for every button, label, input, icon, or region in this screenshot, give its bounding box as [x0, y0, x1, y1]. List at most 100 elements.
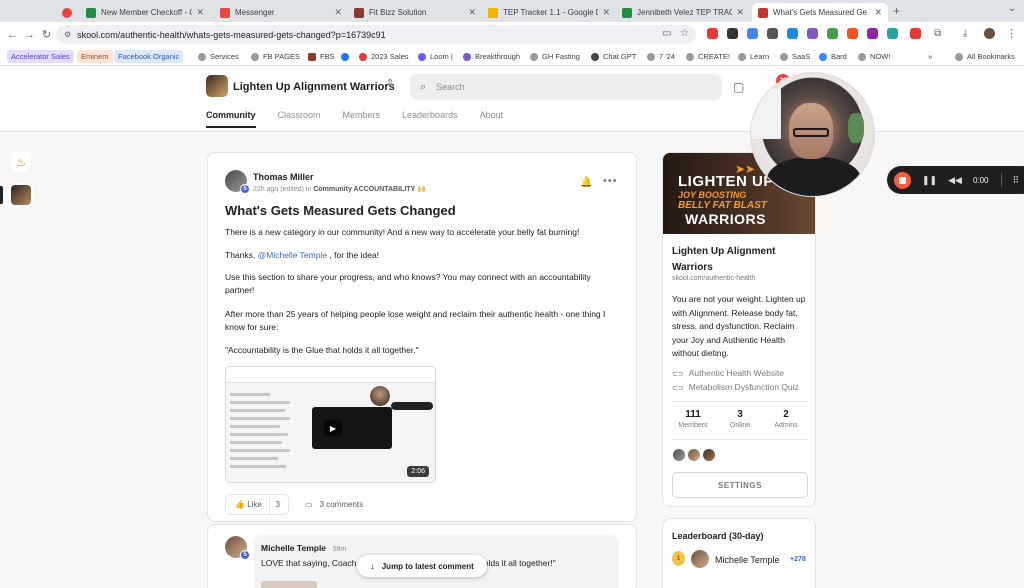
stat-admins[interactable]: 2 Admins: [761, 409, 811, 429]
kebab-menu-icon[interactable]: ⋮: [1006, 27, 1017, 40]
tab-tep-tracker[interactable]: TEP Tracker 1.1 - Google Driv ✕: [482, 3, 616, 22]
author-name[interactable]: Thomas Miller: [253, 172, 314, 182]
group-switcher-icon[interactable]: ⇕: [386, 78, 394, 89]
leader-avatar[interactable]: [691, 550, 709, 568]
close-icon[interactable]: ✕: [196, 7, 204, 18]
extension-icon[interactable]: [707, 28, 718, 39]
extension-icon[interactable]: [727, 28, 738, 39]
stat-members[interactable]: 111 Members: [668, 409, 718, 429]
leader-name[interactable]: Michelle Temple: [715, 555, 779, 565]
tab-jennibeth[interactable]: Jennibeth Velez TEP TRACKE ✕: [616, 3, 750, 22]
comments-button[interactable]: ▭ 3 comments: [305, 500, 363, 509]
extension-icon[interactable]: [827, 28, 838, 39]
all-bookmarks[interactable]: All Bookmarks: [955, 50, 1015, 63]
close-icon[interactable]: ✕: [736, 7, 744, 18]
link-icon: ⊂⊃: [672, 385, 684, 392]
bookmark-facebook[interactable]: [341, 50, 353, 63]
tab-messenger[interactable]: Messenger ✕: [214, 3, 348, 22]
bookmark-saas[interactable]: SaaS: [780, 50, 810, 63]
tab-classroom[interactable]: Classroom: [278, 110, 321, 128]
bookmark-eminem[interactable]: Eminem: [77, 50, 113, 63]
stop-recording-button[interactable]: [894, 171, 911, 189]
extension-icon[interactable]: [767, 28, 778, 39]
rewind-icon[interactable]: ◀◀: [948, 175, 962, 186]
category-link[interactable]: Community ACCOUNTABILITY: [313, 186, 415, 193]
download-icon[interactable]: ⤓: [963, 28, 967, 39]
bookmark-loom[interactable]: Loom |: [418, 50, 453, 63]
bookmark-learn[interactable]: Learn: [738, 50, 769, 63]
close-icon[interactable]: ✕: [334, 7, 342, 18]
link-authentic-health-website[interactable]: ⊂⊃ Authentic Health Website: [672, 368, 784, 378]
like-count[interactable]: 3: [268, 495, 288, 514]
more-bookmarks-icon[interactable]: »: [928, 50, 932, 63]
extension-icon[interactable]: [747, 28, 758, 39]
grid-icon[interactable]: ⠿: [1013, 175, 1020, 186]
close-icon[interactable]: ✕: [602, 7, 610, 18]
settings-button[interactable]: SETTINGS: [672, 472, 808, 498]
tab-fit-bizz[interactable]: Fit Bizz Solution ✕: [348, 3, 482, 22]
extension-icon[interactable]: [787, 28, 798, 39]
current-community-icon[interactable]: [9, 183, 33, 207]
pinned-tab[interactable]: [56, 3, 80, 22]
tab-about[interactable]: About: [480, 110, 504, 128]
link-metabolism-quiz[interactable]: ⊂⊃ Metabolism Dysfunction Quiz: [672, 382, 799, 392]
extension-icon[interactable]: [847, 28, 858, 39]
commenter-name[interactable]: Michelle Temple: [261, 543, 326, 553]
member-avatar[interactable]: [687, 448, 701, 462]
extension-icon[interactable]: [807, 28, 818, 39]
bookmark-facebook-organic[interactable]: Facebook Organic: [114, 50, 184, 63]
group-name[interactable]: Lighten Up Alignment Warriors: [233, 81, 395, 93]
bell-icon[interactable]: 🔔: [580, 177, 592, 188]
comment-image[interactable]: [261, 581, 317, 588]
profile-avatar[interactable]: [984, 28, 995, 39]
play-icon[interactable]: ▶: [324, 420, 342, 436]
bookmark-fb-pages[interactable]: FB PAGES: [251, 50, 300, 63]
group-avatar[interactable]: [206, 75, 228, 97]
cast-icon[interactable]: ▭: [662, 28, 671, 39]
search-input[interactable]: ⌕ Search: [410, 74, 722, 100]
bookmark-2023-sales[interactable]: 2023 Sales: [359, 50, 409, 63]
bookmark-chat-gpt[interactable]: Chat GPT: [591, 50, 636, 63]
star-icon[interactable]: ☆: [680, 28, 689, 39]
stat-online[interactable]: 3 Online: [715, 409, 765, 429]
bookmark-accelerator-sales[interactable]: Accelerator Sales: [7, 50, 74, 63]
like-button[interactable]: 👍 Like 3: [225, 494, 289, 515]
back-icon[interactable]: ←: [4, 29, 21, 41]
bookmark-bard[interactable]: Bard: [819, 50, 847, 63]
bookmark-breakthrough[interactable]: Breakthrough: [463, 50, 520, 63]
chat-icon[interactable]: ▢: [733, 80, 744, 94]
close-icon[interactable]: ✕: [468, 7, 476, 18]
puzzle-icon[interactable]: ⧉: [934, 28, 941, 39]
bookmark-fbs[interactable]: FBS: [308, 50, 335, 63]
member-avatar[interactable]: [702, 448, 716, 462]
new-tab-icon[interactable]: +: [893, 4, 900, 18]
url-bar[interactable]: ⚙ skool.com/authentic-health/whats-gets-…: [56, 25, 696, 44]
extension-icon[interactable]: [910, 28, 921, 39]
webcam-bubble[interactable]: [750, 72, 875, 197]
thumbnail-header: [226, 367, 435, 383]
chevron-down-icon[interactable]: ⌄: [1008, 3, 1016, 14]
extension-icon[interactable]: [887, 28, 898, 39]
extension-icon[interactable]: [867, 28, 878, 39]
video-thumbnail[interactable]: ▶ 2:06: [225, 366, 436, 483]
site-info-icon[interactable]: ⚙: [64, 30, 71, 39]
jump-to-latest-button[interactable]: ↓ Jump to latest comment: [357, 555, 487, 577]
tab-new-member-checkoff[interactable]: New Member Checkoff - Goo ✕: [80, 3, 210, 22]
tab-leaderboards[interactable]: Leaderboards: [402, 110, 458, 128]
torch-community-icon[interactable]: ♨: [11, 152, 31, 172]
member-avatar[interactable]: [672, 448, 686, 462]
bookmark-now[interactable]: NOW!: [858, 50, 890, 63]
tab-members[interactable]: Members: [343, 110, 381, 128]
mention-link[interactable]: @Michelle Temple: [258, 250, 327, 260]
tab-active-post[interactable]: What's Gets Measured Ge ✕: [752, 3, 888, 22]
reload-icon[interactable]: ↻: [38, 28, 55, 41]
bookmark-services[interactable]: Services: [198, 50, 239, 63]
pause-icon[interactable]: ❚❚: [922, 175, 937, 186]
more-options-icon[interactable]: •••: [603, 175, 618, 187]
bookmark-7-24[interactable]: 7 '24: [647, 50, 675, 63]
forward-icon[interactable]: →: [21, 29, 38, 41]
bookmark-gh-fasting[interactable]: GH Fasting: [530, 50, 580, 63]
tab-community[interactable]: Community: [206, 110, 256, 128]
bookmark-create[interactable]: CREATE!: [686, 50, 730, 63]
close-icon[interactable]: ✕: [874, 7, 882, 18]
